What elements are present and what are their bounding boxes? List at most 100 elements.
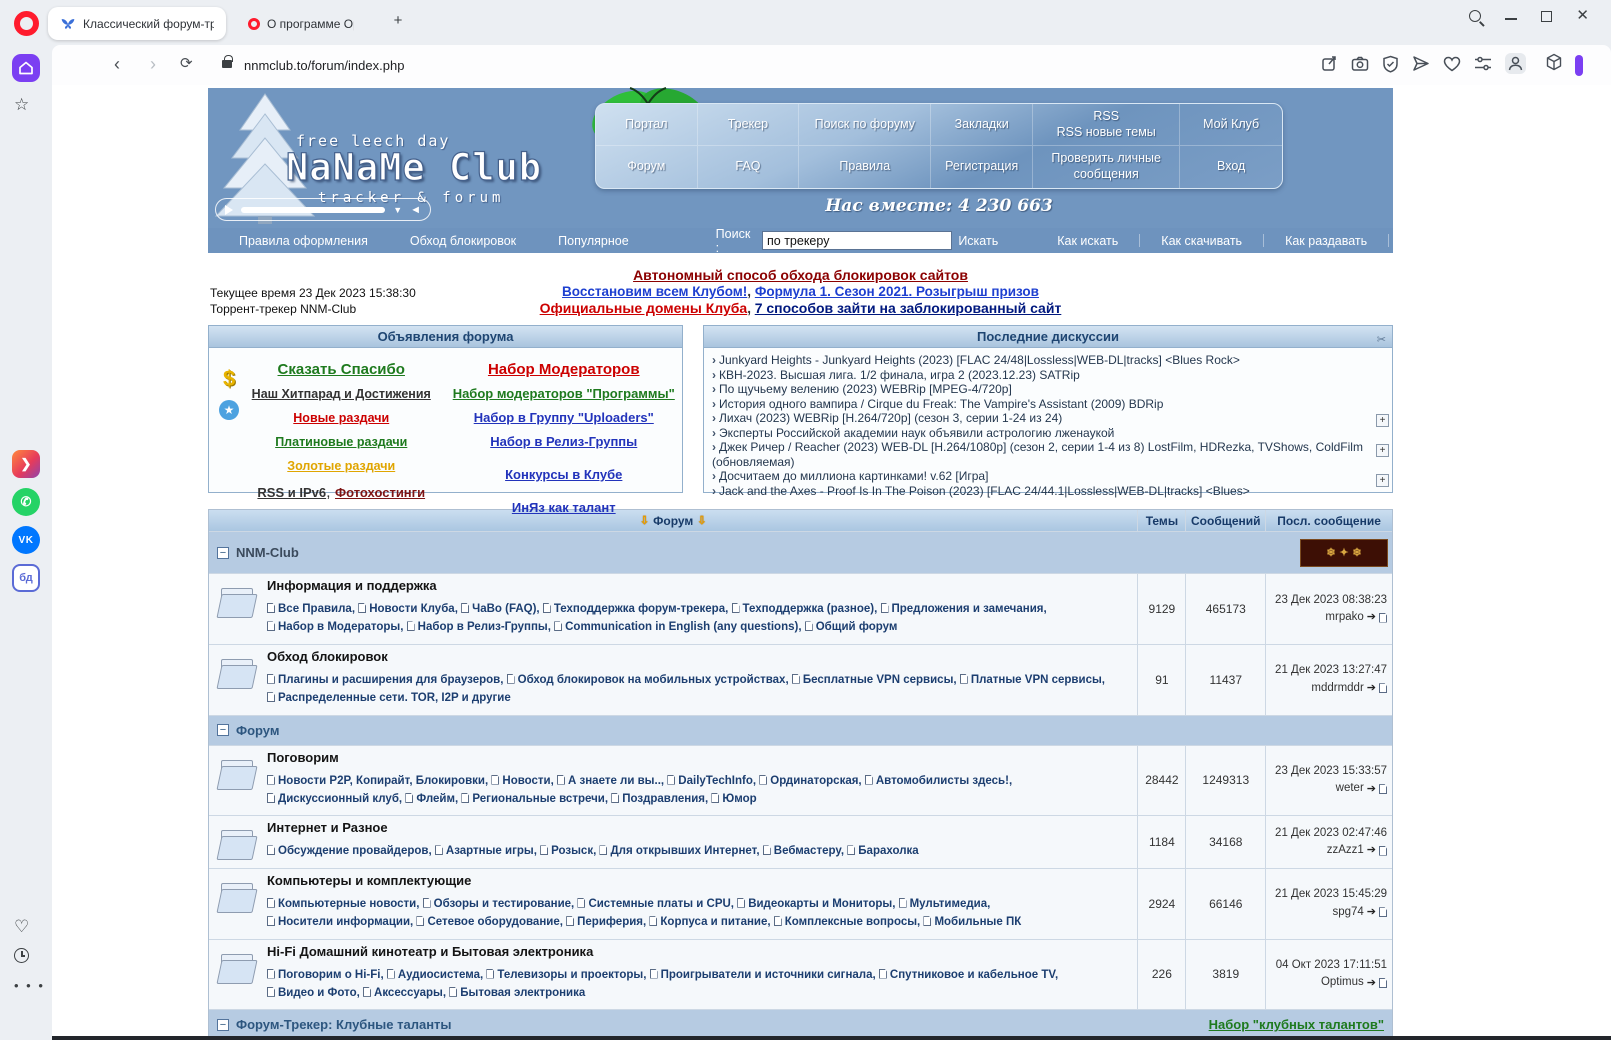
- last-post-user-link[interactable]: mrpako: [1325, 609, 1363, 626]
- tab-opera-about[interactable]: О программе Opera: [236, 7, 366, 40]
- reload-button[interactable]: ⟳: [180, 54, 193, 72]
- nav-register[interactable]: Регистрация: [931, 146, 1033, 188]
- link-photo-hostings[interactable]: Фотохостинги: [335, 485, 425, 500]
- snapshot-camera-icon[interactable]: [1351, 55, 1369, 72]
- subforum-link[interactable]: Азартные игры,: [434, 845, 537, 857]
- collapse-minus-icon[interactable]: −: [217, 724, 229, 737]
- subforum-link[interactable]: Набор в Релиз-Группы,: [406, 621, 551, 633]
- share-edit-icon[interactable]: [1321, 55, 1338, 72]
- goto-last-post-icon[interactable]: ➔: [1367, 781, 1376, 798]
- discussion-item[interactable]: › Junkyard Heights - Junkyard Heights (20…: [712, 353, 1366, 368]
- talents-recruit-link[interactable]: Набор "клубных талантов": [1209, 1017, 1384, 1032]
- link-release-groups[interactable]: Набор в Релиз-Группы: [490, 434, 637, 449]
- forum-title-link[interactable]: Информация и поддержка: [267, 578, 1129, 593]
- music-app-icon[interactable]: ❯: [12, 450, 40, 478]
- link-platinum-releases[interactable]: Платиновые раздачи: [275, 435, 407, 449]
- sidebar-accent-pill[interactable]: [1575, 55, 1583, 76]
- subforum-link[interactable]: Обзоры и тестирование,: [422, 897, 574, 910]
- subforum-link[interactable]: Дискуссионный клуб,: [267, 792, 402, 805]
- link-hitparade[interactable]: Наш Хитпарад и Достижения: [252, 387, 431, 401]
- subforum-link[interactable]: Бытовая электроника: [449, 986, 585, 999]
- subforum-link[interactable]: Communication in English (any questions)…: [554, 621, 802, 633]
- forum-title-link[interactable]: Интернет и Разное: [267, 820, 1129, 835]
- nav-bookmarks[interactable]: Закладки: [931, 104, 1033, 146]
- link-moderators-recruit[interactable]: Набор Модераторов: [488, 361, 640, 378]
- subforum-link[interactable]: Предложения и замечания,: [880, 603, 1047, 615]
- notice-link-restore[interactable]: Восстановим всем Клубом!: [562, 284, 747, 299]
- profile-button[interactable]: [1505, 53, 1526, 74]
- discussion-item[interactable]: › Jack and the Axes - Proof Is In The Poi…: [712, 484, 1366, 499]
- menu-bypass-blocks[interactable]: Обход блокировок: [389, 234, 537, 248]
- subforum-link[interactable]: Ординаторская,: [759, 774, 862, 787]
- goto-last-post-icon[interactable]: ➔: [1367, 609, 1376, 626]
- subforum-link[interactable]: Аудиосистема,: [386, 968, 483, 981]
- nav-rss[interactable]: RSS RSS новые темы: [1033, 104, 1181, 146]
- opera-logo-icon[interactable]: [14, 11, 39, 36]
- nav-forum-search[interactable]: Поиск по форуму: [799, 104, 932, 146]
- discussion-item[interactable]: › Эксперты Российской академии наук объяв…: [712, 426, 1366, 441]
- nav-faq[interactable]: FAQ: [698, 146, 800, 188]
- subforum-link[interactable]: Техподдержка форум-трекера,: [542, 603, 728, 615]
- expand-plus-button[interactable]: +: [1376, 474, 1389, 487]
- subforum-link[interactable]: Видеокарты и Мониторы,: [737, 897, 895, 910]
- shield-check-icon[interactable]: [1382, 55, 1399, 73]
- subforum-link[interactable]: А знаете ли вы..,: [557, 774, 664, 787]
- search-icon[interactable]: [1469, 10, 1482, 22]
- subforum-link[interactable]: Корпуса и питание,: [649, 916, 771, 928]
- discussions-collapse-icon[interactable]: ✂: [1377, 329, 1386, 351]
- forum-title-link[interactable]: Hi-Fi Домашний кинотеатр и Бытовая элект…: [267, 944, 1129, 959]
- minimize-button[interactable]: [1505, 18, 1518, 20]
- subforum-link[interactable]: Розыск,: [540, 845, 596, 857]
- link-rss-ipv6[interactable]: RSS и IPv6: [257, 485, 326, 500]
- subforum-link[interactable]: Платные VPN сервисы,: [959, 673, 1105, 686]
- menu-how-to-seed[interactable]: Как раздавать: [1264, 234, 1388, 248]
- tab-forum[interactable]: Классический форум-тре: [48, 7, 226, 40]
- nav-portal[interactable]: Портал: [596, 104, 698, 146]
- subforum-link[interactable]: Бесплатные VPN сервисы,: [791, 673, 957, 686]
- subforum-link[interactable]: Флейм,: [405, 792, 458, 805]
- discussion-item[interactable]: › Досчитаем до миллиона картинками! v.62 …: [712, 469, 1366, 484]
- nav-forum[interactable]: Форум: [596, 146, 698, 188]
- subforum-link[interactable]: Поговорим о Hi-Fi,: [267, 968, 384, 981]
- subforum-link[interactable]: Новости Клуба,: [358, 603, 458, 615]
- subforum-link[interactable]: Комплексные вопросы,: [773, 916, 920, 928]
- subforum-link[interactable]: Общий форум: [804, 621, 897, 633]
- link-say-thanks[interactable]: Сказать Спасибо: [278, 361, 405, 378]
- goto-last-post-icon[interactable]: ➔: [1367, 904, 1376, 921]
- forward-button[interactable]: ›: [150, 54, 156, 75]
- discussion-item[interactable]: › По щучьему велению (2023) WEBRip [MPEG-…: [712, 382, 1366, 397]
- subforum-link[interactable]: Периферия,: [566, 916, 646, 928]
- subforum-link[interactable]: Сетевое оборудование,: [416, 916, 563, 928]
- goto-last-post-icon[interactable]: ➔: [1367, 680, 1376, 697]
- forum-title-link[interactable]: Компьютеры и комплектующие: [267, 873, 1129, 888]
- discussion-item[interactable]: › Джек Ричер / Reacher (2023) WEB-DL [H.2…: [712, 440, 1366, 469]
- link-new-releases[interactable]: Новые раздачи: [293, 411, 389, 425]
- subforum-link[interactable]: Автомобилисты здесь!,: [864, 774, 1012, 787]
- notice-link-domains[interactable]: Официальные домены Клуба: [540, 300, 748, 316]
- likes-heart-icon[interactable]: ♡: [14, 917, 29, 937]
- link-uploaders-group[interactable]: Набор в Группу "Uploaders": [474, 410, 654, 425]
- subforum-link[interactable]: Мультимедиа,: [898, 897, 990, 910]
- new-tab-button[interactable]: +: [388, 11, 408, 31]
- link-gold-releases[interactable]: Золотые раздачи: [287, 459, 395, 473]
- sort-arrow-icon[interactable]: ⇩: [697, 514, 706, 527]
- search-submit-button[interactable]: Искать: [958, 234, 998, 248]
- subforum-link[interactable]: Видео и Фото,: [267, 986, 360, 999]
- goto-last-post-icon[interactable]: ➔: [1367, 975, 1376, 992]
- speed-dial-home-button[interactable]: [12, 54, 40, 82]
- audio-player[interactable]: ▼ ◄: [215, 198, 431, 221]
- extensions-cube-icon[interactable]: [1545, 53, 1563, 71]
- subforum-link[interactable]: Системные платы и CPU,: [577, 897, 734, 910]
- subforum-link[interactable]: Региональные встречи,: [461, 792, 608, 805]
- forum-title-link[interactable]: Поговорим: [267, 750, 1129, 765]
- back-button[interactable]: ‹: [114, 54, 120, 75]
- history-clock-icon[interactable]: [14, 948, 29, 963]
- sliders-icon[interactable]: [1474, 56, 1492, 71]
- url-text[interactable]: nnmclub.to/forum/index.php: [244, 58, 404, 73]
- notice-link-blocked-site[interactable]: 7 способов зайти на заблокированный сайт: [755, 300, 1062, 316]
- nav-my-club[interactable]: Мой Клуб: [1180, 104, 1282, 146]
- last-post-user-link[interactable]: Optimus: [1321, 974, 1364, 991]
- subforum-link[interactable]: Набор в Модераторы,: [267, 621, 403, 633]
- collapse-minus-icon[interactable]: −: [217, 1018, 229, 1031]
- subforum-link[interactable]: Новости,: [491, 774, 554, 787]
